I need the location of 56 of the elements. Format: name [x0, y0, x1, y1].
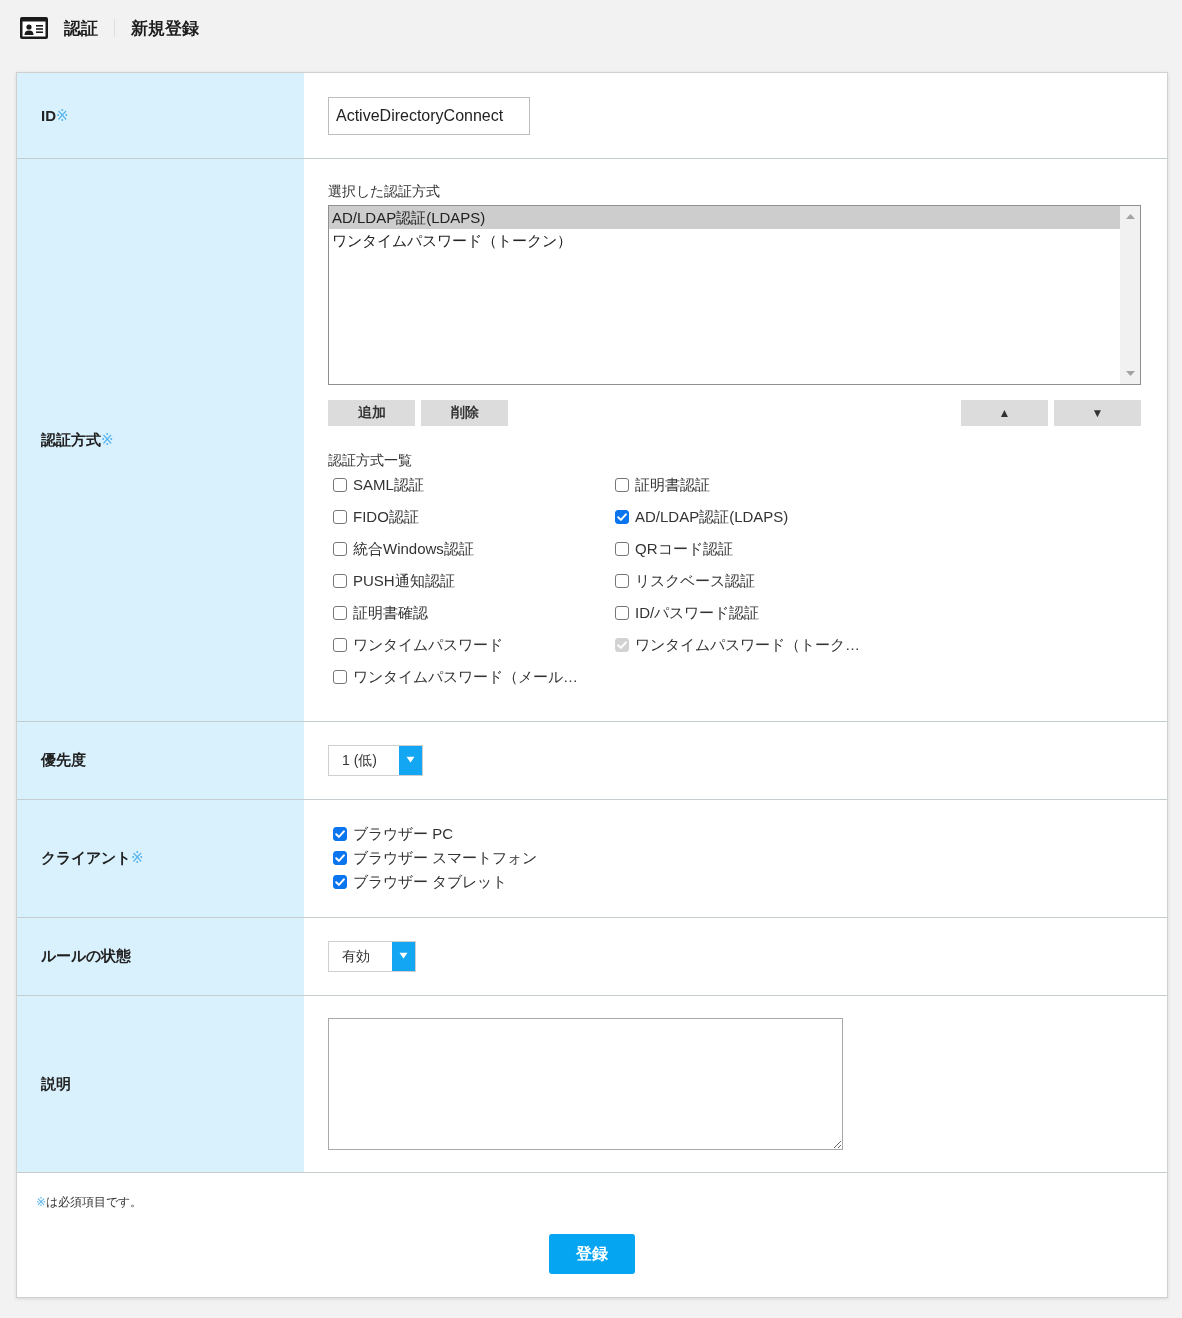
checkbox[interactable] [333, 510, 347, 524]
checkbox[interactable] [333, 478, 347, 492]
caret-down-icon[interactable] [392, 942, 415, 971]
checkbox-label: ブラウザー PC [353, 824, 453, 844]
checkbox[interactable] [615, 542, 629, 556]
page-subtitle: 新規登録 [131, 17, 199, 40]
checkbox-label: 統合Windows認証 [353, 539, 474, 559]
checkbox[interactable] [333, 851, 347, 865]
field-label: クライアント※ [41, 849, 144, 868]
list-option[interactable]: AD/LDAP認証(LDAPS) [329, 206, 1120, 229]
checkbox[interactable] [333, 542, 347, 556]
checkbox-label: QRコード認証 [635, 539, 733, 559]
checkbox-label: リスクベース認証 [635, 571, 755, 591]
checkbox[interactable] [615, 606, 629, 620]
checkbox-label: 証明書確認 [353, 603, 428, 623]
checkbox[interactable] [333, 875, 347, 889]
move-down-button[interactable]: ▼ [1054, 400, 1141, 426]
remove-button[interactable]: 削除 [421, 400, 508, 426]
checkbox-label: ワンタイムパスワード（トーク… [635, 635, 860, 655]
field-label: ID※ [41, 106, 69, 125]
checkbox-label: 証明書認証 [635, 475, 710, 495]
checkbox-label: AD/LDAP認証(LDAPS) [635, 507, 789, 527]
checkbox[interactable] [615, 574, 629, 588]
description-field[interactable] [328, 1018, 843, 1150]
page-title: 認証 [64, 17, 98, 40]
checkbox-label: ブラウザー タブレット [353, 872, 508, 892]
checkbox-label: PUSH通知認証 [353, 571, 455, 591]
list-option[interactable]: ワンタイムパスワード（トークン） [329, 229, 1120, 252]
checkbox-label: ワンタイムパスワード（メール… [353, 667, 578, 687]
checkbox-label: ワンタイムパスワード [353, 635, 503, 655]
caret-down-icon[interactable] [399, 746, 422, 775]
checkbox[interactable] [333, 606, 347, 620]
field-label: 認証方式※ [41, 430, 114, 450]
move-up-button[interactable]: ▲ [961, 400, 1048, 426]
checkbox-label: FIDO認証 [353, 507, 419, 527]
section-title: 認証方式一覧 [328, 451, 413, 469]
checkbox[interactable] [333, 670, 347, 684]
add-button[interactable]: 追加 [328, 400, 415, 426]
checkbox[interactable] [333, 638, 347, 652]
dropdown[interactable]: 有効 [328, 941, 416, 972]
id-input[interactable]: ActiveDirectoryConnect [328, 97, 530, 135]
id-card-icon [20, 17, 48, 39]
required-note: ※は必須項目です。 [36, 1195, 144, 1209]
field-label: ルールの状態 [41, 947, 131, 966]
checkbox[interactable] [333, 827, 347, 841]
field-label: 説明 [41, 1074, 71, 1094]
dropdown[interactable]: 1 (低) [328, 745, 423, 776]
checkbox-label: ブラウザー スマートフォン [353, 848, 538, 868]
checkbox[interactable] [333, 574, 347, 588]
checkbox-label: ID/パスワード認証 [635, 603, 760, 623]
checkbox[interactable] [615, 510, 629, 524]
checkbox-label: SAML認証 [353, 475, 424, 495]
method-listbox[interactable]: AD/LDAP認証(LDAPS) ワンタイムパスワード（トークン） [328, 205, 1141, 385]
field-label: 優先度 [41, 751, 86, 770]
section-title: 選択した認証方式 [328, 182, 441, 201]
checkbox[interactable] [615, 478, 629, 492]
